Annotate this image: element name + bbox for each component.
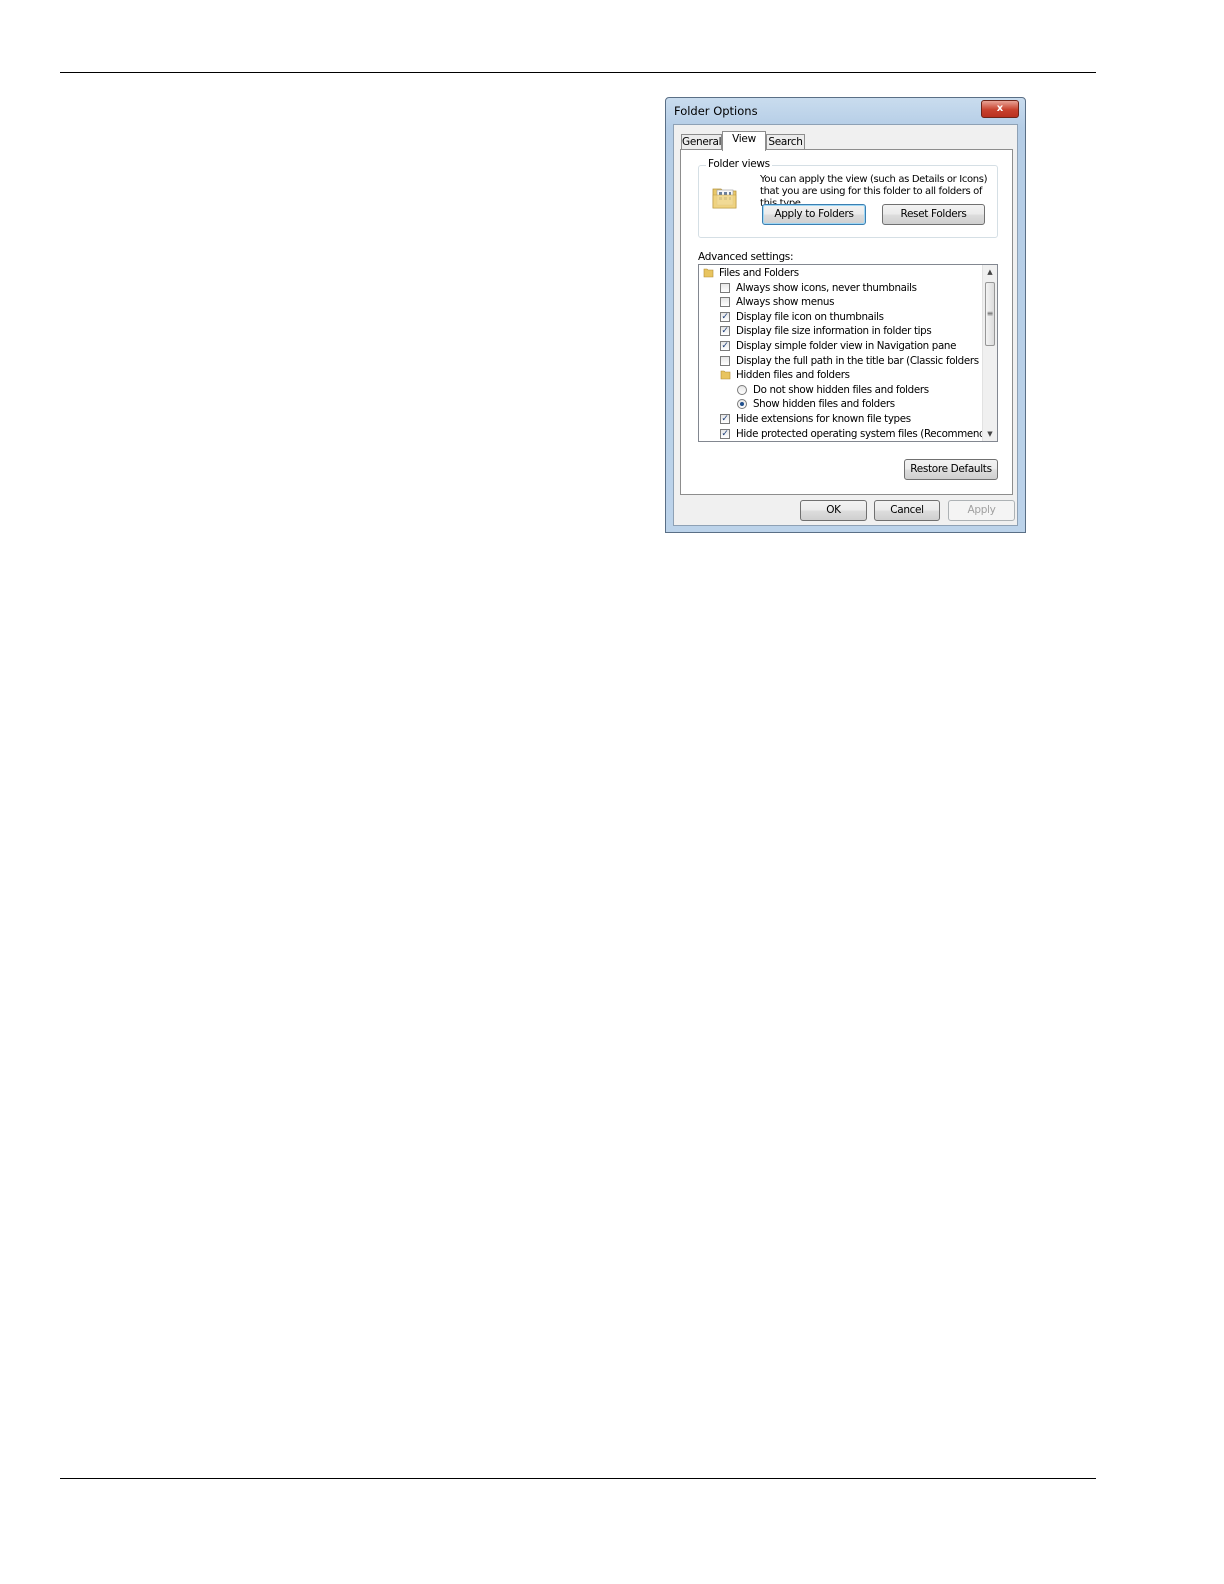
tree-item-label: Files and Folders (719, 267, 799, 279)
reset-folders-button[interactable]: Reset Folders (882, 204, 985, 225)
tab-view[interactable]: View (722, 131, 766, 151)
tree-item-label: Display simple folder view in Navigation… (736, 340, 957, 352)
tab-general[interactable]: General (681, 134, 722, 150)
page-bottom-rule (60, 1478, 1096, 1479)
tree-item-label: Show hidden files and folders (753, 398, 895, 411)
folder-views-group: You can apply the view (such as Details … (698, 165, 998, 238)
tree-item-label: Hide extensions for known file types (736, 413, 911, 425)
folder-icon (703, 268, 714, 278)
close-button[interactable]: x (981, 100, 1019, 118)
tree-item-label: Do not show hidden files and folders (753, 383, 929, 396)
checkbox-checked[interactable]: ✓ (720, 428, 730, 439)
folder-view-icon (712, 188, 737, 209)
checkbox-unchecked[interactable] (720, 297, 730, 308)
folder-views-label: Folder views (706, 158, 772, 170)
tree-item-label: Display the full path in the title bar (… (736, 354, 998, 367)
close-icon: x (996, 103, 1004, 114)
tab-search[interactable]: Search (766, 134, 805, 150)
checkbox-checked[interactable]: ✓ (720, 311, 730, 322)
dialog-client-area: General View Search You can apply the vi… (673, 124, 1018, 526)
advanced-settings-list[interactable]: Files and Folders Always show icons, neve… (698, 264, 998, 442)
checkbox-checked[interactable]: ✓ (720, 414, 730, 424)
advanced-settings-label: Advanced settings: (698, 251, 794, 263)
tree-item-label: Always show icons, never thumbnails (736, 281, 917, 294)
dialog-title: Folder Options (674, 104, 758, 118)
page-top-rule (60, 72, 1096, 73)
folder-icon (720, 370, 731, 380)
tree-item-label: Hidden files and folders (736, 369, 850, 382)
apply-button[interactable]: Apply (948, 500, 1015, 521)
checkbox-unchecked[interactable] (720, 355, 730, 366)
ok-button[interactable]: OK (800, 500, 867, 521)
tree-item-label: Display file icon on thumbnails (736, 310, 884, 323)
apply-to-folders-button[interactable]: Apply to Folders (762, 204, 866, 225)
view-tab-panel: You can apply the view (such as Details … (680, 149, 1013, 495)
scroll-up-icon[interactable]: ▲ (983, 265, 997, 279)
advanced-settings-scrollbar[interactable]: ▲ ≡ ▼ (982, 265, 997, 441)
checkbox-checked[interactable]: ✓ (720, 341, 730, 351)
tree-item-label: Hide protected operating system files (R… (736, 427, 998, 440)
restore-defaults-button[interactable]: Restore Defaults (904, 459, 998, 480)
tree-item-label: Display file size information in folder … (736, 325, 932, 338)
cancel-button[interactable]: Cancel (874, 500, 940, 521)
checkbox-unchecked[interactable] (720, 282, 730, 293)
folder-options-dialog: Folder Options x General View Search You… (665, 97, 1026, 533)
title-bar[interactable]: Folder Options x (666, 98, 1025, 124)
scrollbar-thumb[interactable]: ≡ (985, 282, 995, 346)
radio-selected[interactable] (737, 399, 747, 410)
scroll-down-icon[interactable]: ▼ (983, 427, 997, 441)
tree-item-label: Always show menus (736, 296, 835, 309)
radio-unselected[interactable] (737, 384, 747, 395)
checkbox-checked[interactable]: ✓ (720, 326, 730, 337)
